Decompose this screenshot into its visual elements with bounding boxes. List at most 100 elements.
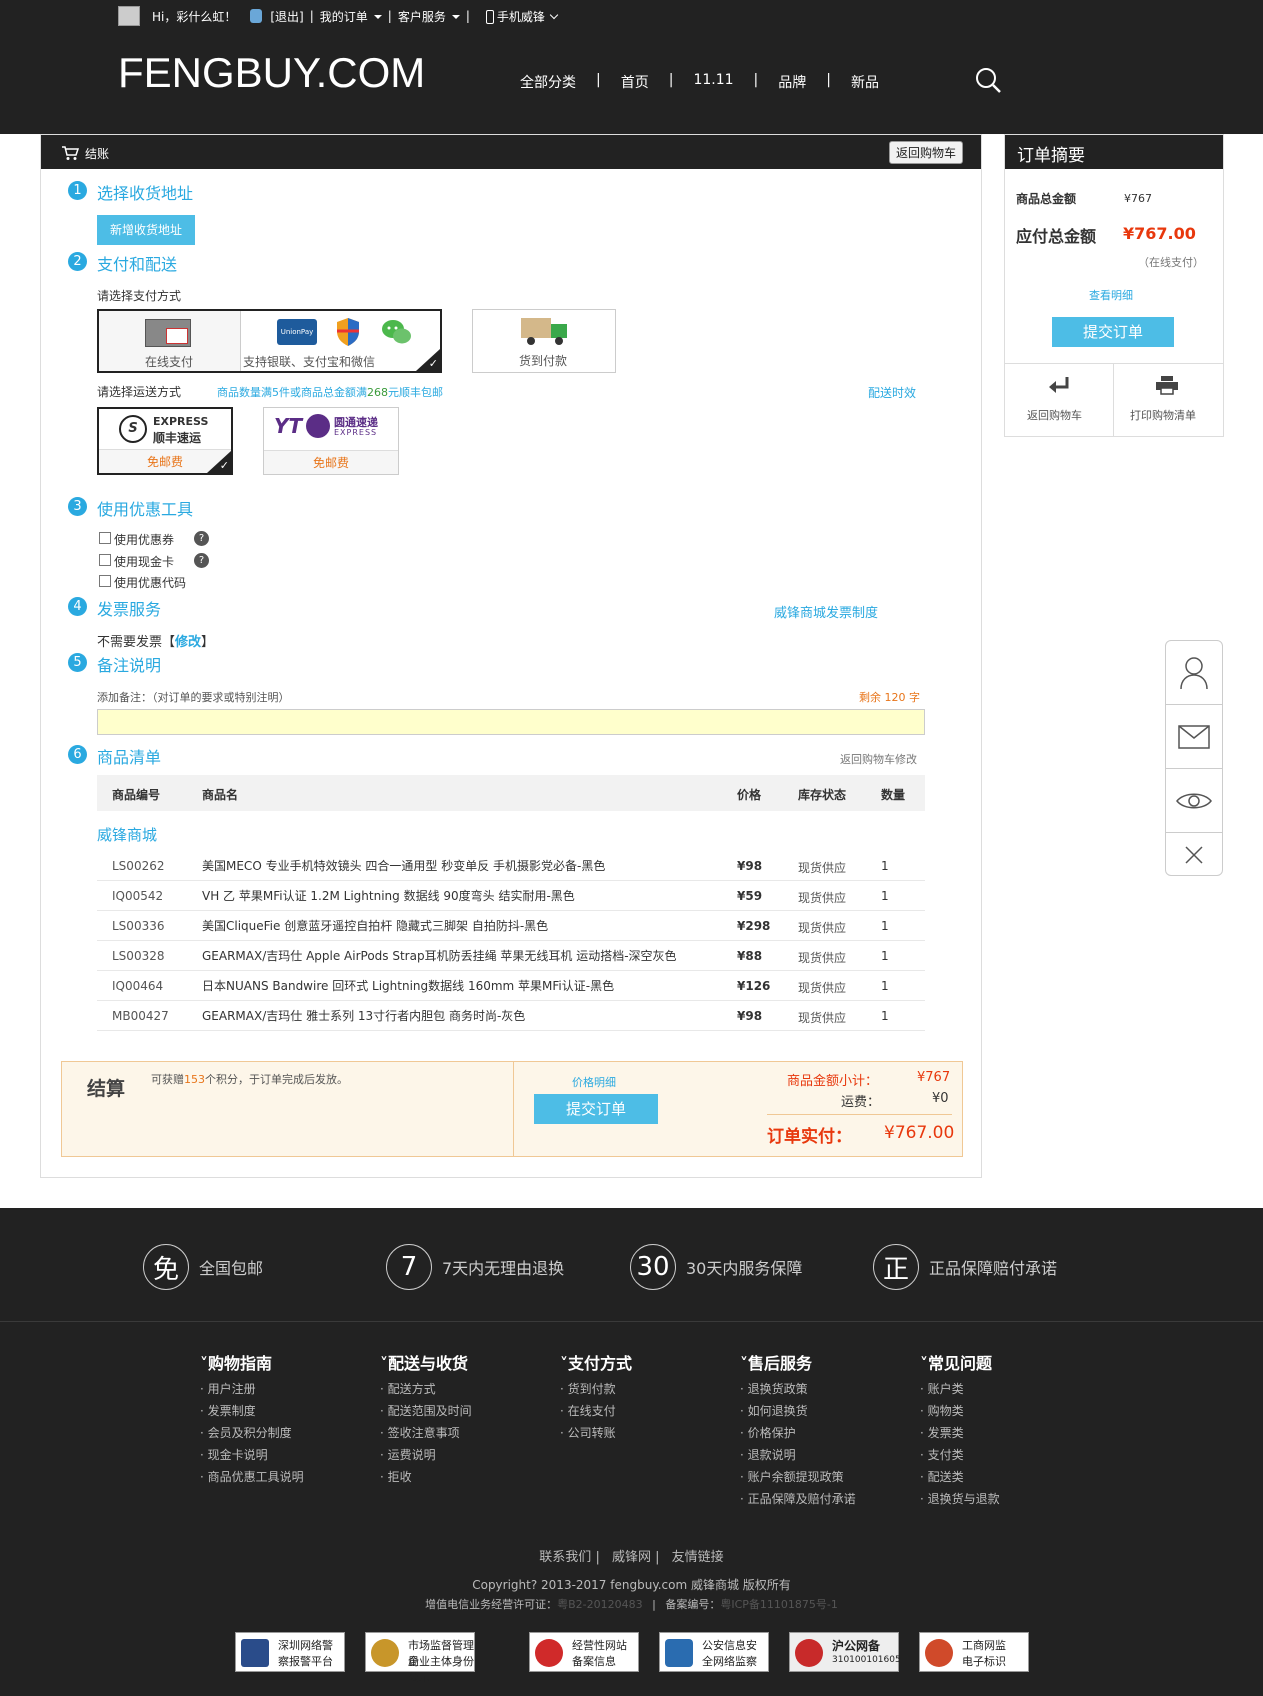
note-textarea[interactable]: [97, 709, 925, 735]
footer-link[interactable]: · 账户类: [920, 1378, 1000, 1400]
footer-link[interactable]: · 发票类: [920, 1422, 1000, 1444]
nav-item-brands[interactable]: 品牌: [768, 72, 816, 92]
pay-total-label: 应付总金额: [1016, 227, 1097, 246]
site-logo[interactable]: FENGBUY.COM: [118, 52, 425, 94]
badge-info-security[interactable]: 公安信息安 全网络监察: [659, 1632, 769, 1672]
side-view-button[interactable]: [1166, 769, 1222, 833]
badge-cyber-police[interactable]: 深圳网络警 察报警平台: [235, 1632, 345, 1672]
payment-option-cod[interactable]: 货到付款: [472, 309, 616, 373]
item-name[interactable]: 日本NUANS Bandwire 回环式 Lightning数据线 160mm …: [202, 977, 614, 994]
delivery-time-link[interactable]: 配送时效: [868, 384, 916, 401]
avatar[interactable]: [118, 6, 140, 26]
badge-text: 深圳网络警: [278, 1639, 333, 1652]
shipping-option-yto[interactable]: YT 圆通速递 EXPRESS 免邮费: [263, 407, 399, 475]
footer-link[interactable]: · 公司转账: [560, 1422, 632, 1444]
separator: |: [826, 72, 831, 88]
footer-link-text: 拒收: [387, 1470, 412, 1484]
footer-link[interactable]: · 货到付款: [560, 1378, 632, 1400]
shipping-fee-value: ¥0: [932, 1091, 949, 1106]
footer-link[interactable]: · 配送范围及时间: [380, 1400, 472, 1422]
summary-back-cart[interactable]: 返回购物车: [1027, 407, 1082, 423]
printer-icon[interactable]: [1155, 375, 1179, 395]
footer-link[interactable]: · 账户余额提现政策: [740, 1466, 856, 1488]
table-row: IQ00542 VH 乙 苹果MFi认证 1.2M Lightning 数据线 …: [97, 881, 925, 911]
step-number: 4: [68, 597, 87, 616]
footer-link[interactable]: · 运费说明: [380, 1444, 472, 1466]
badge-shanghai-record[interactable]: 沪公网备 310100101605: [789, 1632, 901, 1672]
logout-link[interactable]: [退出]: [270, 8, 303, 25]
item-name[interactable]: GEARMAX/吉玛仕 雅士系列 13寸行者内胆包 商务时尚-灰色: [202, 1007, 525, 1024]
badge-business-monitor[interactable]: 工商网监 电子标识: [919, 1632, 1029, 1672]
yto-mark: [306, 414, 330, 438]
footer-link[interactable]: · 配送方式: [380, 1378, 472, 1400]
footer-link-text: 正品保障及赔付承诺: [747, 1492, 856, 1506]
footer-link[interactable]: · 购物类: [920, 1400, 1000, 1422]
shipping-option-sf[interactable]: S EXPRESS 顺丰速运 免邮费 ✓: [97, 407, 233, 475]
item-stock: 现货供应: [798, 891, 847, 905]
payment-option-online[interactable]: 在线支付 UnionPay 银联 支持银联、支付宝和微信 ✓: [97, 309, 442, 373]
item-name[interactable]: 美国MECO 专业手机特效镜头 四合一通用型 秒变单反 手机摄影党必备-黑色: [202, 857, 605, 874]
friend-links[interactable]: 友情链接: [672, 1550, 724, 1565]
footer-link[interactable]: · 商品优惠工具说明: [200, 1466, 304, 1488]
footer-link[interactable]: · 配送类: [920, 1466, 1000, 1488]
view-detail-link[interactable]: 查看明细: [1089, 287, 1133, 303]
back-to-cart-edit-link[interactable]: 返回购物车修改: [840, 751, 917, 767]
item-stock: 现货供应: [798, 921, 847, 935]
customer-service-link[interactable]: 客户服务: [398, 8, 460, 25]
footer-link[interactable]: · 签收注意事项: [380, 1422, 472, 1444]
footer-link[interactable]: · 退款说明: [740, 1444, 856, 1466]
nav-item-1111[interactable]: 11.11: [683, 72, 743, 92]
return-arrow-icon[interactable]: [1047, 375, 1071, 395]
help-icon[interactable]: ?: [194, 531, 209, 546]
submit-order-button[interactable]: 提交订单: [534, 1094, 658, 1124]
print-list-link[interactable]: 打印购物清单: [1130, 407, 1196, 423]
footer-link[interactable]: · 支付类: [920, 1444, 1000, 1466]
search-icon[interactable]: [974, 66, 1002, 94]
item-name[interactable]: 美国CliqueFie 创意蓝牙遥控自拍杆 隐藏式三脚架 自拍防抖-黑色: [202, 917, 548, 934]
emblem-icon: [535, 1639, 563, 1667]
footer-link[interactable]: · 价格保护: [740, 1422, 856, 1444]
step-title-notes: 备注说明: [97, 656, 162, 675]
nav-item-categories[interactable]: 全部分类: [510, 72, 586, 92]
nav-item-new[interactable]: 新品: [841, 72, 889, 92]
footer-col-title: ˅配送与收货: [380, 1354, 469, 1373]
footer-link[interactable]: · 会员及积分制度: [200, 1422, 304, 1444]
contact-link[interactable]: 联系我们: [539, 1550, 591, 1565]
side-mail-button[interactable]: [1166, 705, 1222, 769]
goods-table-header: 商品编号 商品名 价格 库存状态 数量: [97, 775, 925, 811]
footer-link[interactable]: · 如何退换货: [740, 1400, 856, 1422]
footer-link[interactable]: · 现金卡说明: [200, 1444, 304, 1466]
shipping-method-label: 请选择运送方式: [97, 385, 182, 399]
add-address-button[interactable]: 新增收货地址: [97, 215, 195, 245]
coupon-checkbox[interactable]: [99, 532, 111, 544]
footer-link[interactable]: · 在线支付: [560, 1400, 632, 1422]
footer-link[interactable]: · 退换货与退款: [920, 1488, 1000, 1510]
nav-item-home[interactable]: 首页: [611, 72, 659, 92]
footer-link[interactable]: · 发票制度: [200, 1400, 304, 1422]
guarantee-text: 30天内服务保障: [686, 1259, 803, 1278]
price-detail-link[interactable]: 价格明细: [572, 1074, 616, 1090]
weiphone-link[interactable]: 威锋网: [612, 1550, 651, 1565]
footer-link-text: 货到付款: [567, 1382, 616, 1396]
back-to-cart-button[interactable]: 返回购物车: [889, 141, 964, 164]
side-user-button[interactable]: [1166, 641, 1222, 705]
footer-link[interactable]: · 拒收: [380, 1466, 472, 1488]
summary-submit-button[interactable]: 提交订单: [1052, 317, 1174, 347]
side-close-button[interactable]: [1166, 833, 1222, 875]
subtotal-label: 商品金额小计：: [787, 1074, 879, 1089]
footer-link[interactable]: · 用户注册: [200, 1378, 304, 1400]
invoice-edit-link[interactable]: 修改: [175, 635, 201, 650]
promo-code-checkbox[interactable]: [99, 575, 111, 587]
my-orders-link[interactable]: 我的订单: [320, 8, 382, 25]
item-name[interactable]: GEARMAX/吉玛仕 Apple AirPods Strap耳机防丢挂绳 苹果…: [202, 947, 677, 964]
invoice-policy-link[interactable]: 威锋商城发票制度: [774, 602, 878, 621]
footer-link[interactable]: · 退换货政策: [740, 1378, 856, 1400]
badge-site-record[interactable]: 经营性网站 备案信息: [529, 1632, 639, 1672]
footer-link[interactable]: · 正品保障及赔付承诺: [740, 1488, 856, 1510]
item-name[interactable]: VH 乙 苹果MFi认证 1.2M Lightning 数据线 90度弯头 结实…: [202, 887, 575, 904]
shipping-note: 商品数量满5件或商品总金额满268元顺丰包邮: [217, 384, 443, 400]
help-icon[interactable]: ?: [194, 553, 209, 568]
cash-card-checkbox[interactable]: [99, 554, 111, 566]
mobile-link[interactable]: 手机威锋: [485, 8, 559, 25]
badge-market-supervision[interactable]: 市场监督管理局 企业主体身份公示: [365, 1632, 475, 1684]
